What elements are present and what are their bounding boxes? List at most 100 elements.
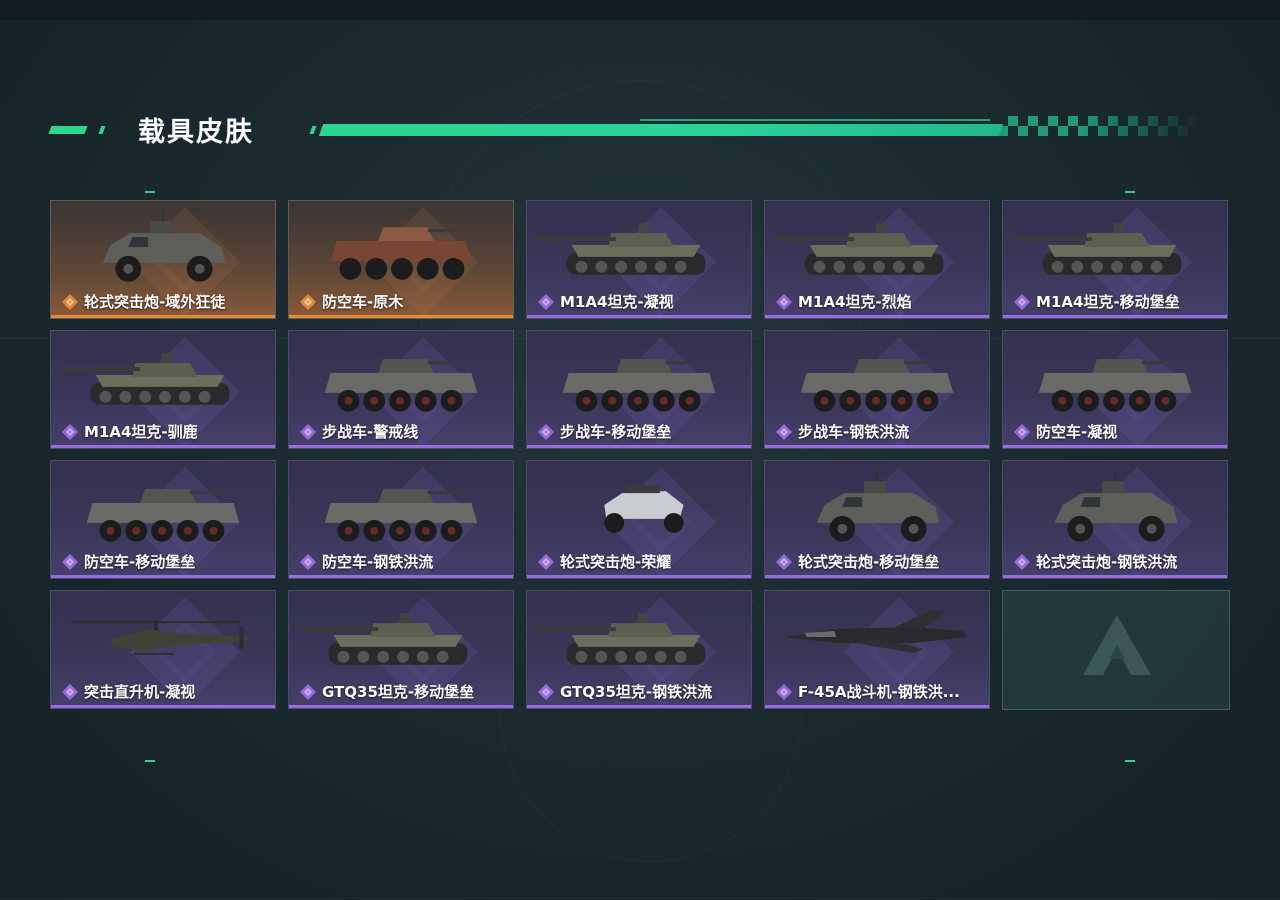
skin-name: GTQ35坦克-移动堡垒: [322, 683, 475, 701]
skin-card[interactable]: F-45A战斗机-钢铁洪...: [764, 590, 990, 709]
skin-card[interactable]: 步战车-警戒线: [288, 330, 514, 449]
header-accent-bar: [48, 126, 88, 134]
rarity-icon: [300, 554, 316, 570]
rarity-bar: [289, 575, 513, 578]
rarity-bar: [765, 315, 989, 318]
rarity-icon: [538, 554, 554, 570]
rarity-bar: [1003, 445, 1227, 448]
rarity-bar: [1003, 315, 1227, 318]
skin-grid: 轮式突击炮-域外狂徒 防空车-原木 M1A4坦克-凝视 M1A4坦克-烈焰 M1…: [50, 200, 1230, 710]
rarity-icon: [300, 684, 316, 700]
tank-icon: [536, 223, 706, 275]
rarity-bar: [289, 315, 513, 318]
rarity-icon: [776, 424, 792, 440]
rarity-icon: [300, 424, 316, 440]
skin-name: 防空车-移动堡垒: [84, 553, 196, 571]
ifv-icon: [800, 359, 954, 412]
skin-card[interactable]: 轮式突击炮-荣耀: [526, 460, 752, 579]
rarity-icon: [1014, 554, 1030, 570]
header-accent-line: [640, 119, 990, 121]
jet-icon: [784, 609, 968, 653]
skin-card[interactable]: 防空车-凝视: [1002, 330, 1228, 449]
buggy-icon: [604, 485, 684, 533]
skin-name: 防空车-钢铁洪流: [322, 553, 434, 571]
skin-card[interactable]: M1A4坦克-移动堡垒: [1002, 200, 1228, 319]
corner-mark: [1125, 191, 1135, 193]
rarity-icon: [538, 684, 554, 700]
rarity-bar: [765, 705, 989, 708]
rarity-icon: [776, 554, 792, 570]
skin-card[interactable]: 突击直升机-凝视: [50, 590, 276, 709]
armored-car-icon: [1054, 469, 1178, 542]
skin-name: M1A4坦克-驯鹿: [84, 423, 198, 441]
skin-name: GTQ35坦克-钢铁洪流: [560, 683, 713, 701]
armored-car-icon: [102, 209, 226, 282]
skin-card[interactable]: GTQ35坦克-钢铁洪流: [526, 590, 752, 709]
tank-icon: [774, 223, 944, 275]
skin-name: 轮式突击炮-域外狂徒: [84, 293, 226, 311]
rarity-icon: [300, 294, 316, 310]
skin-card[interactable]: M1A4坦克-凝视: [526, 200, 752, 319]
rarity-icon: [1014, 424, 1030, 440]
rarity-icon: [62, 684, 78, 700]
skin-name: M1A4坦克-移动堡垒: [1036, 293, 1180, 311]
skin-card[interactable]: 轮式突击炮-移动堡垒: [764, 460, 990, 579]
ifv-icon: [330, 227, 472, 280]
header-checker-pattern: [998, 116, 1200, 136]
skin-name: F-45A战斗机-钢铁洪...: [798, 683, 960, 701]
corner-mark: [145, 760, 155, 762]
skin-card[interactable]: 轮式突击炮-钢铁洪流: [1002, 460, 1228, 579]
ifv-icon: [86, 489, 240, 542]
skin-name: 突击直升机-凝视: [84, 683, 196, 701]
armored-car-icon: [816, 469, 940, 542]
skin-name: M1A4坦克-烈焰: [798, 293, 912, 311]
ifv-icon: [324, 359, 478, 412]
rarity-bar: [1003, 575, 1227, 578]
rarity-bar: [51, 315, 275, 318]
skin-card[interactable]: GTQ35坦克-移动堡垒: [288, 590, 514, 709]
skin-name: 防空车-原木: [322, 293, 404, 311]
rarity-icon: [776, 684, 792, 700]
rarity-bar: [765, 445, 989, 448]
background-line: [0, 898, 1280, 899]
rarity-bar: [51, 575, 275, 578]
rarity-bar: [765, 575, 989, 578]
rarity-icon: [62, 554, 78, 570]
ifv-icon: [562, 359, 716, 412]
top-bar: [0, 0, 1280, 20]
rarity-icon: [1014, 294, 1030, 310]
rarity-icon: [62, 294, 78, 310]
tank-icon: [60, 353, 230, 405]
rarity-bar: [527, 315, 751, 318]
rarity-bar: [289, 705, 513, 708]
helicopter-icon: [70, 621, 250, 655]
skin-card[interactable]: M1A4坦克-驯鹿: [50, 330, 276, 449]
skin-name: 轮式突击炮-移动堡垒: [798, 553, 940, 571]
rarity-bar: [51, 445, 275, 448]
skin-card[interactable]: 轮式突击炮-域外狂徒: [50, 200, 276, 319]
skin-card[interactable]: 防空车-钢铁洪流: [288, 460, 514, 579]
game-logo-icon: [1083, 615, 1151, 675]
ifv-icon: [324, 489, 478, 542]
rarity-icon: [776, 294, 792, 310]
header-accent-bar: [309, 126, 317, 134]
page-title: 载具皮肤: [138, 117, 254, 148]
rarity-icon: [62, 424, 78, 440]
skin-card[interactable]: 防空车-原木: [288, 200, 514, 319]
skin-name: M1A4坦克-凝视: [560, 293, 674, 311]
skin-name: 步战车-钢铁洪流: [798, 423, 910, 441]
rarity-bar: [527, 705, 751, 708]
skin-card[interactable]: M1A4坦克-烈焰: [764, 200, 990, 319]
header-accent-bar: [98, 126, 106, 134]
skin-card[interactable]: 步战车-移动堡垒: [526, 330, 752, 449]
rarity-icon: [538, 424, 554, 440]
tank-icon: [298, 613, 468, 665]
rarity-bar: [51, 705, 275, 708]
corner-mark: [1125, 760, 1135, 762]
tank-icon: [536, 613, 706, 665]
skin-card[interactable]: 防空车-移动堡垒: [50, 460, 276, 579]
rarity-bar: [527, 575, 751, 578]
skin-name: 轮式突击炮-荣耀: [560, 553, 672, 571]
tank-icon: [1012, 223, 1182, 275]
skin-card[interactable]: 步战车-钢铁洪流: [764, 330, 990, 449]
